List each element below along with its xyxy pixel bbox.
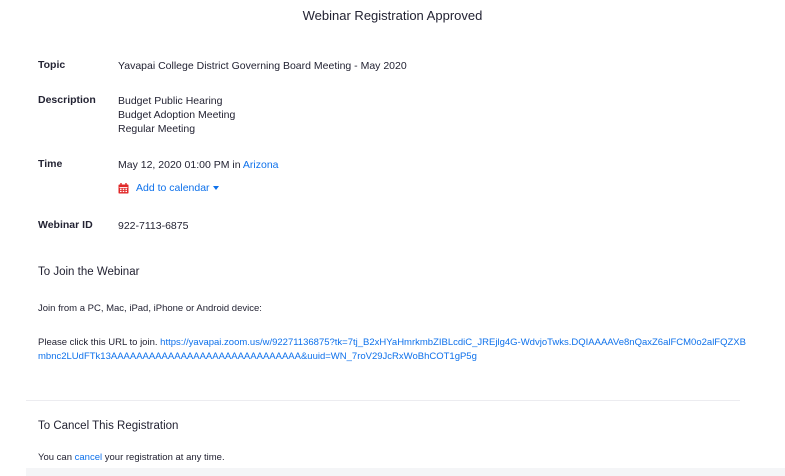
webinar-id-label: Webinar ID bbox=[38, 219, 93, 231]
page-title: Webinar Registration Approved bbox=[302, 8, 483, 23]
add-to-calendar-dropdown[interactable]: Add to calendar bbox=[118, 181, 219, 195]
time-zone-link[interactable]: Arizona bbox=[243, 159, 279, 171]
description-line: Regular Meeting bbox=[118, 123, 196, 135]
join-heading: To Join the Webinar bbox=[38, 266, 140, 278]
join-url-prompt: Please click this URL to join. bbox=[38, 337, 158, 348]
description-value: Budget Public Hearing Budget Adoption Me… bbox=[118, 94, 235, 136]
topic-label: Topic bbox=[38, 59, 66, 71]
cancel-text-after: your registration at any time. bbox=[104, 452, 225, 463]
cancel-link[interactable]: cancel bbox=[75, 452, 102, 463]
description-line: Budget Public Hearing bbox=[118, 95, 223, 107]
topic-value: Yavapai College District Governing Board… bbox=[118, 60, 407, 72]
caret-down-icon bbox=[212, 186, 219, 190]
registration-page: Webinar Registration Approved Topic Yava… bbox=[0, 0, 785, 476]
time-text: May 12, 2020 01:00 PM in bbox=[118, 159, 241, 171]
section-divider bbox=[26, 400, 740, 401]
add-to-calendar-label: Add to calendar bbox=[136, 182, 210, 194]
join-url-paragraph: Please click this URL to join. https://y… bbox=[38, 336, 750, 364]
description-line: Budget Adoption Meeting bbox=[118, 109, 236, 121]
calendar-icon bbox=[118, 182, 129, 193]
time-value: May 12, 2020 01:00 PM in Arizona bbox=[118, 158, 279, 172]
join-devices-text: Join from a PC, Mac, iPad, iPhone or And… bbox=[38, 303, 262, 314]
description-label: Description bbox=[38, 94, 96, 106]
cancel-text: You can cancel your registration at any … bbox=[38, 451, 225, 465]
cancel-heading: To Cancel This Registration bbox=[38, 420, 179, 432]
time-label: Time bbox=[38, 158, 63, 170]
footer-band bbox=[26, 468, 785, 476]
cancel-text-before: You can bbox=[38, 452, 72, 463]
webinar-id-value: 922-7113-6875 bbox=[118, 220, 189, 232]
